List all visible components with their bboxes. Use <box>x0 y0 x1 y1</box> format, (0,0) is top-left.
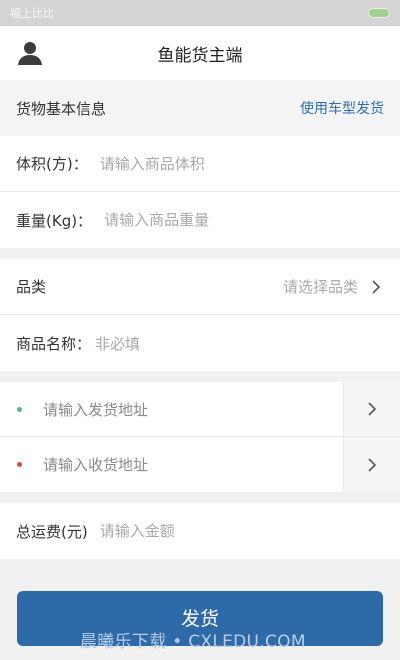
cargo-detail-card: 品类 请选择品类 商品名称： 非必填 <box>0 259 400 371</box>
watermark: 晨曦乐下载 • CXLEDU.COM <box>80 632 306 652</box>
receive-address-select-button[interactable] <box>343 437 400 492</box>
category-label: 品类 <box>16 278 47 296</box>
product-name-value: 非必填 <box>95 334 141 353</box>
user-avatar-icon[interactable] <box>17 40 43 66</box>
ship-dot-icon <box>17 406 22 412</box>
weight-row: 重量(Kg)： <box>0 192 400 248</box>
ship-address-row[interactable]: 请输入发货地址 <box>0 382 400 437</box>
cargo-measure-card: 体积(方)： 重量(Kg)： <box>0 136 400 248</box>
chevron-right-icon <box>372 279 381 294</box>
battery-icon <box>368 8 390 18</box>
receive-address-placeholder[interactable]: 请输入收货地址 <box>43 454 343 475</box>
weight-input[interactable] <box>104 211 384 229</box>
app-header: 鱼能货主端 <box>0 26 400 80</box>
receive-address-row[interactable]: 请输入收货地址 <box>0 437 400 492</box>
freight-input[interactable] <box>99 522 384 540</box>
category-value: 请选择品类 <box>282 278 358 296</box>
weight-label: 重量(Kg)： <box>16 211 93 230</box>
chevron-right-icon <box>368 457 377 472</box>
freight-row: 总运费(元) <box>0 503 400 559</box>
volume-input[interactable] <box>99 154 384 173</box>
section-title: 货物基本信息 <box>16 99 107 118</box>
freight-card: 总运费(元) <box>0 503 400 559</box>
ship-address-placeholder[interactable]: 请输入发货地址 <box>43 399 343 420</box>
page-title: 鱼能货主端 <box>157 45 243 66</box>
product-name-row[interactable]: 商品名称： 非必填 <box>0 315 400 371</box>
use-vehicle-type-link[interactable]: 使用车型发货 <box>300 98 384 118</box>
product-name-label: 商品名称： <box>16 334 92 353</box>
category-row[interactable]: 品类 请选择品类 <box>0 259 400 315</box>
ship-address-select-button[interactable] <box>343 382 400 436</box>
volume-row: 体积(方)： <box>0 136 400 192</box>
chevron-right-icon <box>368 402 377 416</box>
volume-label: 体积(方)： <box>16 155 88 173</box>
status-bar: 福上比比 <box>0 0 400 26</box>
status-icons <box>368 8 390 18</box>
cargo-info-section-header: 货物基本信息 使用车型发货 <box>0 80 400 136</box>
receive-dot-icon <box>17 462 22 467</box>
carrier-text: 福上比比 <box>10 7 54 20</box>
freight-label: 总运费(元) <box>16 522 88 541</box>
address-card: 请输入发货地址 请输入收货地址 <box>0 382 400 492</box>
